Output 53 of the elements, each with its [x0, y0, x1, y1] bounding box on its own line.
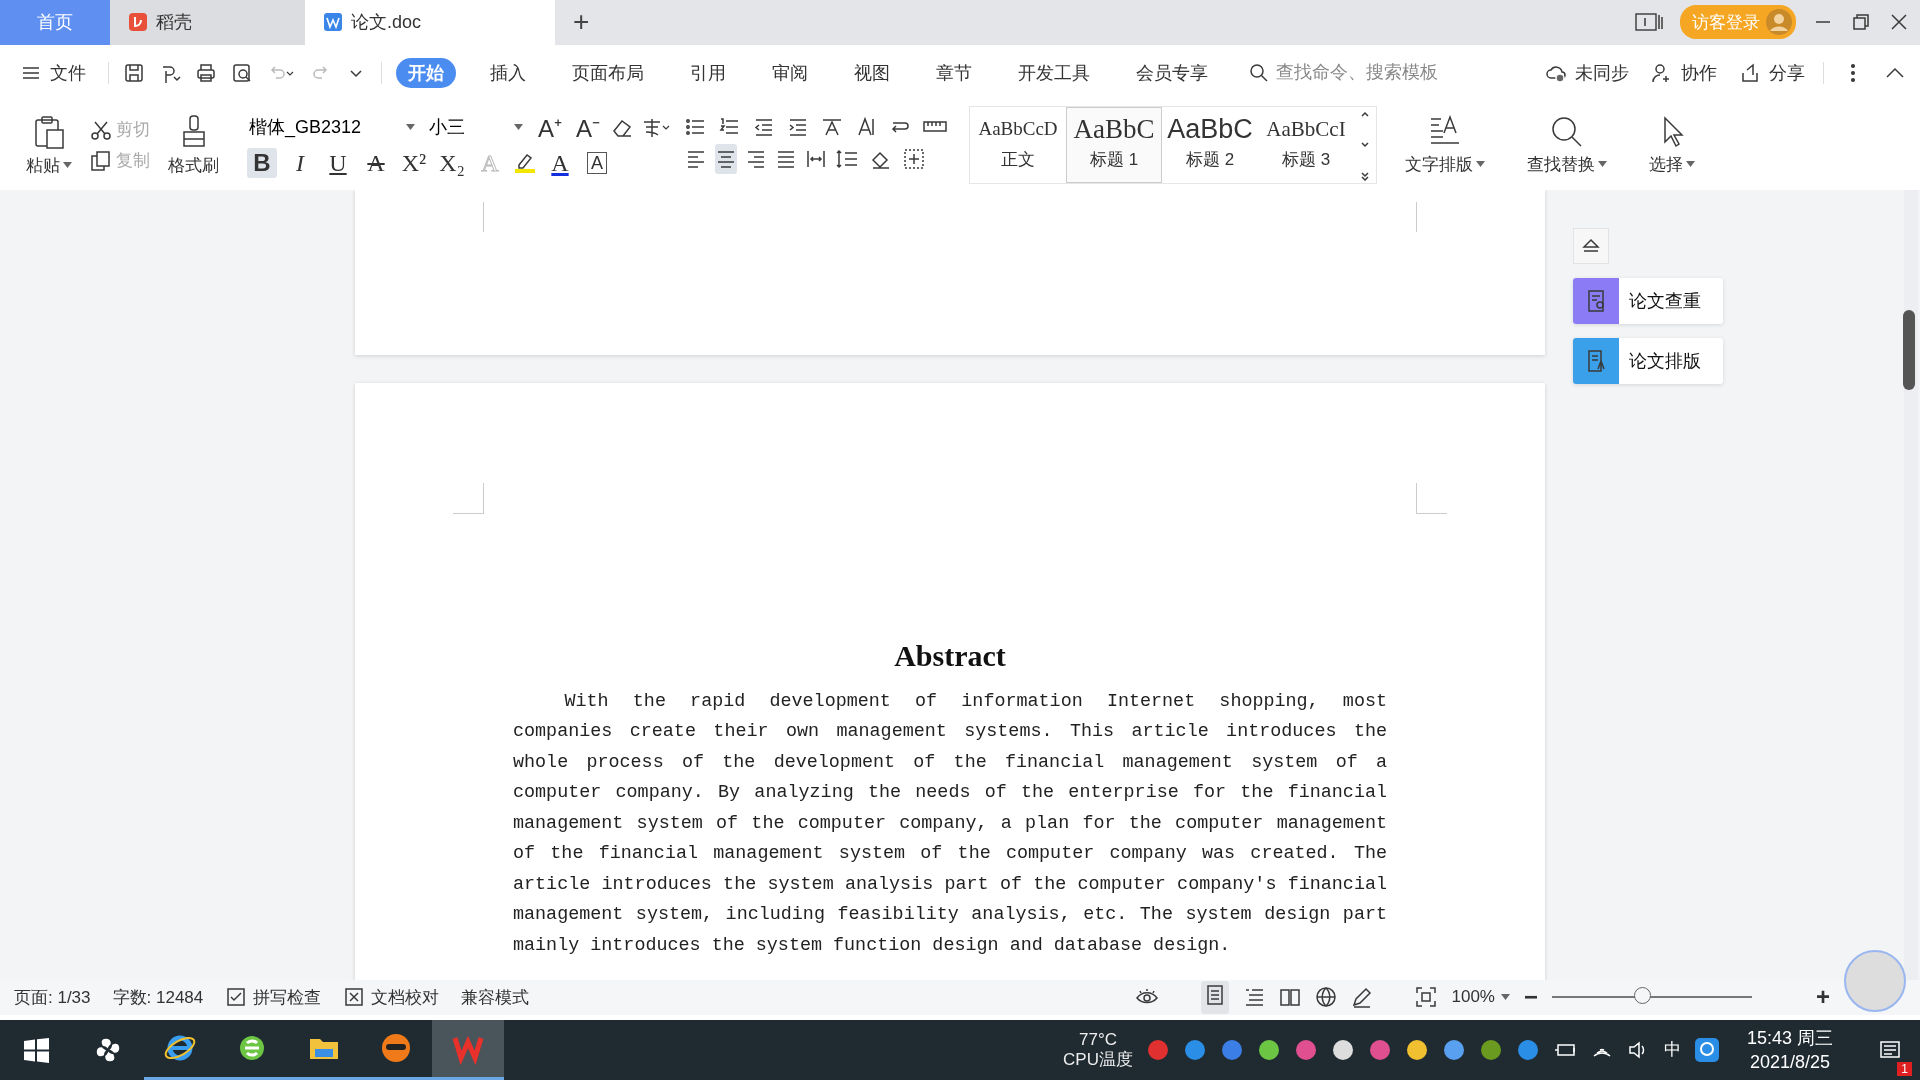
collab-button[interactable]: 协作 — [1651, 60, 1717, 85]
proofread-button[interactable]: 文档校对 — [343, 986, 440, 1009]
side-tool-button[interactable]: 论文排版 — [1573, 337, 1723, 384]
ribbon-tab[interactable]: 视图 — [842, 57, 902, 88]
abstract-paragraph: With the rapid development of information Internet shopping, most companies create their own management systems. This article introduces the whole process of the development of the financial management system of a computer company. By analyzing the needs of the enterprise for the financial management system of the computer company, a plan for the computer management of the financial management system of the computer company was created. The article introduces the system analysis part of the computer company's financial management system, including feasibility analysis, etc. The system design part mainly introduces the system function design and database design. — [513, 689, 1387, 958]
new-tab-button[interactable]: + — [555, 0, 604, 45]
command-search-field[interactable]: 查找命令、搜索模板 — [1248, 61, 1478, 85]
cpu-temperature: 77°C — [1079, 1030, 1117, 1050]
layout-button[interactable]: 文字排版 — [1399, 114, 1491, 176]
sup-button[interactable]: X² — [399, 148, 429, 179]
zoom-in-button[interactable]: + — [1816, 983, 1830, 1012]
style-preset[interactable]: AaBbC 标题 1 — [1066, 107, 1162, 184]
grow-font-button[interactable]: A⁺ — [535, 112, 565, 143]
ribbon-tab[interactable]: 会员专享 — [1124, 57, 1220, 88]
bold-button[interactable]: B — [247, 148, 277, 179]
ribbon-tab[interactable]: 页面布局 — [560, 57, 656, 88]
input-method-indicator[interactable]: 中 — [1663, 1038, 1681, 1062]
abstract-heading: Abstract — [893, 638, 1007, 673]
file-menu-button[interactable]: 文件 — [20, 60, 86, 85]
zoom-out-button[interactable]: − — [1523, 983, 1538, 1012]
format-painter-button[interactable]: 格式刷 — [162, 113, 225, 177]
italic-button[interactable]: I — [285, 148, 315, 179]
ribbon-tab[interactable]: 插入 — [478, 57, 538, 88]
spell-check-button[interactable]: 拼写检查 — [225, 986, 322, 1009]
clock-date[interactable]: 2021/8/25 — [1749, 1050, 1830, 1074]
compatibility-mode: 兼容模式 — [461, 987, 530, 1009]
style-preset[interactable]: AaBbC 标题 2 — [1162, 107, 1258, 184]
ribbon-tab[interactable]: 引用 — [678, 57, 738, 88]
find-button[interactable]: 查找替换 — [1521, 114, 1613, 176]
style-preset[interactable]: AaBbCcI 标题 3 — [1258, 107, 1354, 184]
style-preset[interactable]: AaBbCcD 正文 — [970, 107, 1066, 184]
border-button[interactable]: A — [587, 152, 607, 175]
notification-badge: 1 — [1897, 1062, 1912, 1076]
shrink-font-button[interactable]: A⁻ — [573, 112, 603, 143]
share-button[interactable]: 分享 — [1739, 60, 1805, 85]
word-count: 字数: 12484 — [112, 987, 204, 1009]
document-tab[interactable]: 稻壳 — [110, 0, 305, 45]
ribbon-tab[interactable]: 开发工具 — [1006, 57, 1102, 88]
cpu-temperature-label: CPU温度 — [1063, 1050, 1133, 1070]
page-count: 页面: 1/33 — [14, 987, 91, 1009]
underline-button[interactable]: U — [323, 148, 353, 179]
color-button[interactable]: A — [545, 148, 575, 179]
paste-button[interactable]: 粘贴 — [20, 113, 78, 177]
strike-button[interactable]: A — [361, 148, 391, 179]
ribbon-tab[interactable]: 审阅 — [760, 57, 820, 88]
select-button[interactable]: 选择 — [1643, 114, 1701, 176]
zoom-dropdown[interactable]: 100% — [1451, 987, 1510, 1008]
side-tool-button[interactable]: 论文查重 — [1573, 277, 1723, 324]
sub-button[interactable]: X₂ — [437, 148, 467, 179]
clock-time[interactable]: 15:43 周三 — [1746, 1026, 1833, 1050]
ribbon-tab[interactable]: 章节 — [924, 57, 984, 88]
document-tab[interactable]: 论文.doc — [305, 0, 555, 45]
sync-button[interactable]: 未同步 — [1545, 60, 1629, 85]
